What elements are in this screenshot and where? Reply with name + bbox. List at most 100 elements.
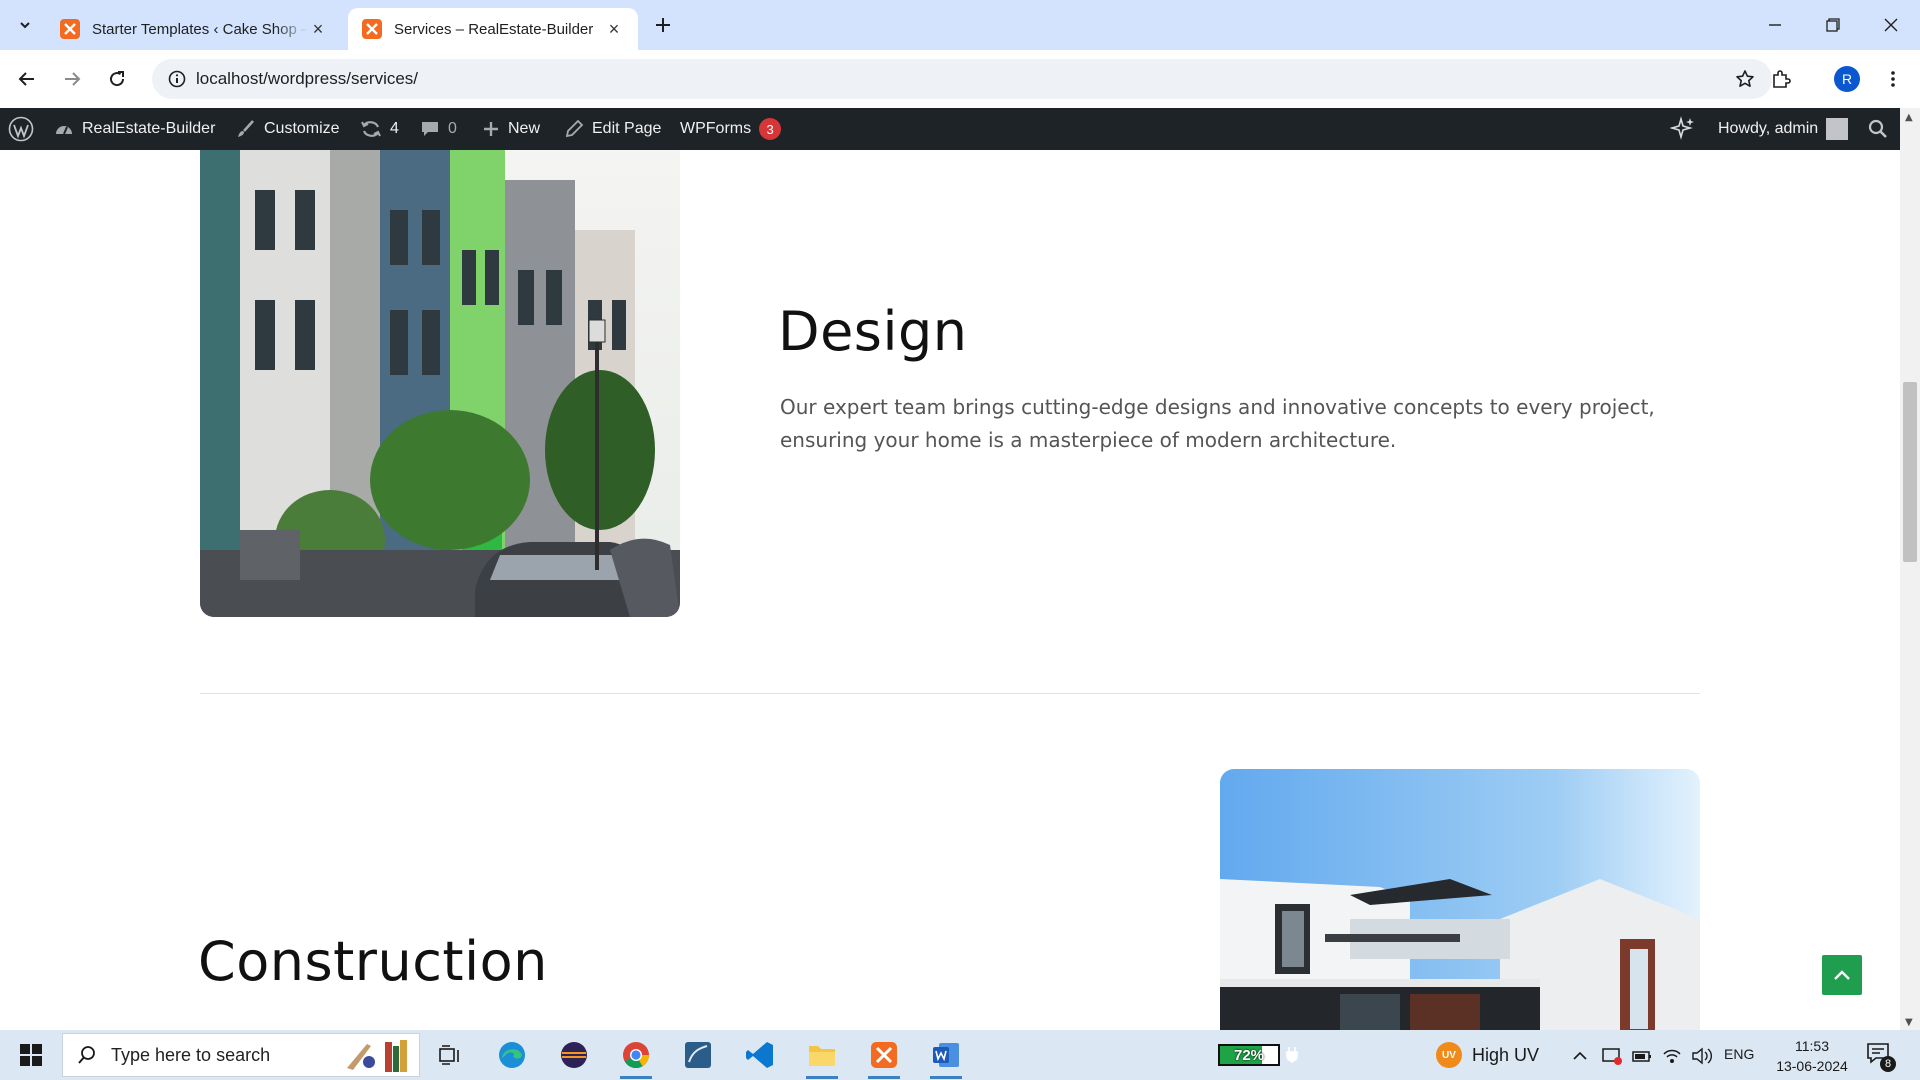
- admin-search-button[interactable]: [1868, 108, 1896, 150]
- comments-count: 0: [448, 120, 457, 137]
- notification-center-button[interactable]: 8: [1866, 1042, 1896, 1072]
- mysql-workbench-icon: [685, 1042, 711, 1068]
- tab-search-button[interactable]: [10, 10, 40, 40]
- wordpress-logo-icon: [8, 116, 34, 142]
- charging-plug-icon: [1286, 1047, 1298, 1063]
- taskbar-eclipse[interactable]: [550, 1035, 598, 1075]
- sparkle-icon: [1670, 116, 1694, 140]
- scroll-down-arrow-icon[interactable]: ▼: [1905, 1017, 1913, 1028]
- search-icon: [1868, 119, 1887, 138]
- task-view-button[interactable]: [426, 1035, 474, 1075]
- url-text[interactable]: localhost/wordpress/services/: [196, 69, 418, 89]
- construction-image-modern-house: [1220, 769, 1700, 1030]
- plus-icon: [484, 122, 498, 136]
- browser-menu-button[interactable]: [1878, 64, 1908, 94]
- battery-indicator[interactable]: 72%: [1218, 1044, 1280, 1066]
- edit-page-link[interactable]: Edit Page: [564, 108, 661, 150]
- uv-badge-icon: UV: [1436, 1042, 1462, 1068]
- xampp-favicon-icon: [362, 19, 382, 39]
- window-controls: [1746, 0, 1920, 50]
- customize-link[interactable]: Customize: [236, 108, 340, 150]
- battery-percent: 72%: [1233, 1046, 1265, 1064]
- word-icon: [933, 1043, 959, 1067]
- uv-label: High UV: [1472, 1044, 1540, 1065]
- wp-admin-bar: RealEstate-Builder Customize 4 0 New Edi…: [0, 108, 1920, 150]
- back-button[interactable]: [12, 64, 42, 94]
- clock-time: 11:53: [1795, 1038, 1829, 1054]
- taskbar-mysql-workbench[interactable]: [674, 1035, 722, 1075]
- bookmark-star-icon[interactable]: [1730, 64, 1760, 94]
- close-window-button[interactable]: [1862, 0, 1920, 50]
- profile-avatar[interactable]: R: [1834, 66, 1860, 92]
- pencil-icon: [565, 119, 584, 138]
- new-content-menu[interactable]: New: [482, 108, 540, 150]
- wifi-icon[interactable]: [1660, 1044, 1684, 1068]
- browser-tab-strip: Starter Templates ‹ Cake Shop – × Servic…: [0, 0, 1920, 50]
- wp-logo-menu[interactable]: [8, 108, 42, 150]
- puzzle-icon: [1773, 70, 1791, 88]
- taskbar-search-box[interactable]: Type here to search: [62, 1033, 420, 1077]
- comments-link[interactable]: 0: [420, 108, 457, 150]
- chrome-browser-icon: [623, 1042, 650, 1069]
- edge-browser-icon: [499, 1042, 525, 1068]
- howdy-label: Howdy, admin: [1718, 120, 1819, 137]
- kebab-menu-icon: [1891, 71, 1895, 87]
- taskbar-chrome[interactable]: [612, 1035, 660, 1079]
- tab-title: Services – RealEstate-Builder: [394, 20, 594, 38]
- tab-title: Starter Templates ‹ Cake Shop –: [92, 20, 308, 38]
- chevron-up-icon: [1834, 970, 1850, 980]
- defender-tray-icon[interactable]: [1600, 1044, 1624, 1068]
- construction-heading: Construction: [198, 930, 548, 993]
- updates-link[interactable]: 4: [360, 108, 399, 150]
- new-tab-button[interactable]: [648, 10, 678, 40]
- taskbar-word[interactable]: [922, 1035, 970, 1079]
- close-tab-icon[interactable]: ×: [604, 19, 624, 39]
- volume-icon[interactable]: [1690, 1044, 1714, 1068]
- customize-label: Customize: [264, 120, 340, 137]
- taskbar-edge[interactable]: [488, 1035, 536, 1075]
- wpforms-menu[interactable]: WPForms 3: [680, 108, 782, 150]
- search-placeholder: Type here to search: [111, 1044, 271, 1065]
- section-divider: [200, 693, 1700, 694]
- restore-button[interactable]: [1804, 0, 1862, 50]
- tab-services[interactable]: Services – RealEstate-Builder ×: [348, 8, 638, 50]
- reload-button[interactable]: [102, 64, 132, 94]
- scroll-up-arrow-icon[interactable]: ▲: [1905, 112, 1913, 123]
- address-bar[interactable]: localhost/wordpress/services/: [152, 59, 1772, 99]
- windows-taskbar: Type here to search 72% UV High UV ENG 1…: [0, 1030, 1920, 1080]
- taskbar-file-explorer[interactable]: [798, 1035, 846, 1079]
- plus-icon: [656, 18, 670, 32]
- paintbrush-icon: [238, 120, 254, 137]
- battery-tray-icon[interactable]: [1630, 1044, 1654, 1068]
- windows-logo-icon: [20, 1044, 42, 1066]
- start-button[interactable]: [10, 1038, 52, 1072]
- page-scrollbar[interactable]: ▲ ▼: [1900, 108, 1920, 1030]
- taskbar-xampp[interactable]: [860, 1035, 908, 1079]
- ai-sparkle-button[interactable]: [1670, 108, 1704, 150]
- close-tab-icon[interactable]: ×: [308, 19, 328, 39]
- tab-starter-templates[interactable]: Starter Templates ‹ Cake Shop – ×: [46, 8, 342, 50]
- scroll-to-top-button[interactable]: [1822, 955, 1862, 995]
- dashboard-gauge-icon: [56, 126, 72, 135]
- task-view-icon: [439, 1045, 459, 1065]
- close-icon: [1884, 18, 1898, 32]
- minimize-button[interactable]: [1746, 0, 1804, 50]
- xampp-icon: [871, 1042, 897, 1068]
- extensions-button[interactable]: [1766, 64, 1796, 94]
- show-hidden-icons-button[interactable]: [1568, 1044, 1592, 1068]
- xampp-favicon-icon: [60, 19, 80, 39]
- scrollbar-thumb[interactable]: [1903, 382, 1917, 562]
- updates-refresh-icon: [361, 121, 381, 137]
- input-language[interactable]: ENG: [1724, 1046, 1754, 1062]
- my-account-menu[interactable]: Howdy, admin: [1718, 108, 1849, 150]
- wpforms-label: WPForms: [680, 120, 752, 137]
- site-name-label: RealEstate-Builder: [82, 120, 216, 137]
- search-icon: [78, 1046, 95, 1064]
- weather-widget[interactable]: UV High UV: [1436, 1042, 1539, 1068]
- site-name-menu[interactable]: RealEstate-Builder: [54, 108, 215, 150]
- taskbar-vscode[interactable]: [736, 1035, 784, 1075]
- forward-button[interactable]: [57, 64, 87, 94]
- page-content: Design Our expert team brings cutting-ed…: [0, 150, 1900, 1030]
- site-info-icon[interactable]: [162, 64, 192, 94]
- clock[interactable]: 11:53 13-06-2024: [1772, 1036, 1852, 1076]
